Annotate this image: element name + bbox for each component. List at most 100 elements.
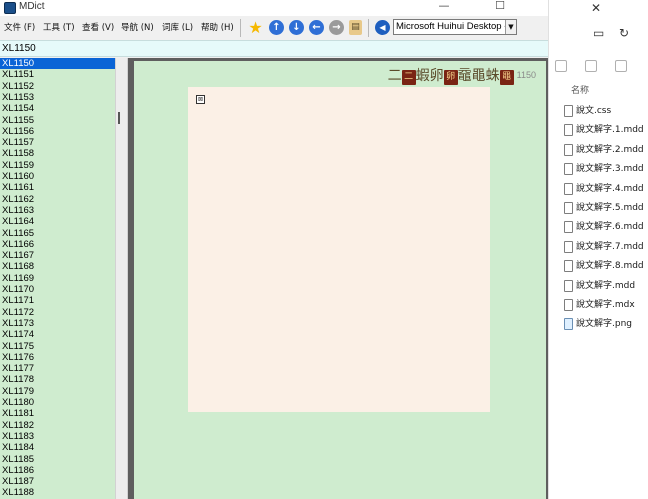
up-arrow-icon[interactable]: ↑: [269, 20, 284, 35]
title-bar: MDict — ☐: [0, 0, 548, 16]
word-list-item[interactable]: XL1167: [0, 250, 115, 261]
refresh-icon[interactable]: ↻: [619, 26, 629, 40]
broken-image-icon: ⊠: [196, 95, 205, 104]
file-name: 說文解字.2.mdd: [576, 144, 644, 155]
word-list-item[interactable]: XL1169: [0, 273, 115, 284]
scrollbar-thumb[interactable]: [118, 112, 120, 124]
file-icon: [564, 182, 573, 195]
file-explorer-panel: ✕ ▭ ↻ 名称 說文.css 說文解字.1.mdd 說文解字.2.mdd 說文解字.…: [548, 0, 648, 499]
word-list-item[interactable]: XL1153: [0, 92, 115, 103]
word-list-item[interactable]: XL1176: [0, 352, 115, 363]
dictionary-select[interactable]: Microsoft Huihui Desktop - C: [393, 19, 517, 35]
speaker-icon[interactable]: ◀: [375, 20, 390, 35]
word-list-item[interactable]: XL1154: [0, 103, 115, 114]
file-name: 說文解字.mdd: [576, 280, 636, 291]
word-list-item[interactable]: XL1178: [0, 374, 115, 385]
word-list-item[interactable]: XL1164: [0, 216, 115, 227]
search-input[interactable]: XL1150: [0, 40, 548, 57]
close-icon[interactable]: ✕: [591, 1, 601, 15]
word-list-item[interactable]: XL1161: [0, 182, 115, 193]
file-icon: [564, 105, 573, 117]
file-name: 說文解字.5.mdd: [576, 203, 644, 213]
window-title: MDict: [19, 1, 45, 12]
down-arrow-icon[interactable]: ↓: [289, 20, 304, 35]
word-list-item[interactable]: XL1172: [0, 307, 115, 318]
word-list-item[interactable]: XL1179: [0, 386, 115, 397]
word-list-item[interactable]: XL1157: [0, 137, 115, 148]
file-icon: [564, 260, 573, 273]
copy-icon[interactable]: [555, 60, 567, 72]
share-icon[interactable]: [615, 60, 627, 72]
menu-help[interactable]: 帮助 (H): [201, 21, 234, 33]
word-list-item[interactable]: XL1175: [0, 341, 115, 352]
menu-bar: 文件 (F) 工具 (T) 查看 (V) 导航 (N) 词库 (L) 帮助 (H…: [0, 16, 240, 38]
file-name: 說文解字.7.mdd: [576, 241, 644, 252]
file-icon: [564, 163, 573, 176]
file-name: 說文解字.1.mdd: [576, 125, 644, 136]
word-list-item[interactable]: XL1166: [0, 239, 115, 250]
word-list-scrollbar[interactable]: [115, 58, 128, 499]
file-name: 說文解字.mdx: [576, 300, 635, 310]
chevron-down-icon[interactable]: ▼: [505, 20, 516, 34]
word-list-item[interactable]: XL1162: [0, 194, 115, 205]
entry-content-pane: 二二蝦卵卵黿黽蛛黽 1150 ⊠: [132, 58, 548, 499]
word-list-item[interactable]: XL1177: [0, 363, 115, 374]
menu-tools[interactable]: 工具 (T): [43, 21, 75, 33]
word-list-item[interactable]: XL1186: [0, 465, 115, 476]
word-list: XL1150 XL1151 XL1152 XL1153 XL1154 XL1155 XL11…: [0, 58, 115, 499]
window-icon[interactable]: ▭: [593, 26, 604, 40]
paste-icon[interactable]: [585, 60, 597, 72]
word-list-item[interactable]: XL1170: [0, 284, 115, 295]
favorite-star-icon[interactable]: ★: [248, 20, 263, 36]
word-list-item[interactable]: XL1151: [0, 69, 115, 80]
file-name: 說文解字.3.mdd: [576, 164, 644, 175]
word-list-item[interactable]: XL1165: [0, 228, 115, 239]
file-icon: [564, 299, 573, 311]
word-list-item[interactable]: XL1163: [0, 205, 115, 216]
file-icon: [564, 202, 573, 214]
word-list-item[interactable]: XL1184: [0, 442, 115, 453]
word-list-item[interactable]: XL1173: [0, 318, 115, 329]
file-icon: [564, 240, 573, 253]
back-arrow-icon[interactable]: ←: [309, 20, 324, 35]
word-list-item[interactable]: XL1156: [0, 126, 115, 137]
file-icon: [564, 318, 573, 331]
name-column-header[interactable]: 名称: [571, 83, 589, 96]
minimize-button[interactable]: —: [432, 0, 456, 14]
word-list-item[interactable]: XL1174: [0, 329, 115, 340]
word-list-item[interactable]: XL1183: [0, 431, 115, 442]
menu-view[interactable]: 查看 (V): [82, 21, 114, 33]
word-list-item[interactable]: XL1185: [0, 454, 115, 465]
menu-navigate[interactable]: 导航 (N): [121, 21, 154, 33]
word-list-item[interactable]: XL1180: [0, 397, 115, 408]
char-glyph-image[interactable]: 卵: [443, 70, 458, 85]
forward-arrow-icon[interactable]: →: [329, 20, 344, 35]
clipboard-icon[interactable]: ▤: [349, 20, 362, 35]
heading-chars: 黿黽蛛: [457, 68, 500, 84]
entry-heading: 二二蝦卵卵黿黽蛛黽 1150: [388, 65, 536, 85]
file-icon: [564, 143, 573, 156]
word-list-item[interactable]: XL1159: [0, 160, 115, 171]
word-list-item[interactable]: XL1160: [0, 171, 115, 182]
word-list-item[interactable]: XL1168: [0, 261, 115, 272]
char-glyph-image[interactable]: 黽: [499, 70, 514, 85]
word-list-item[interactable]: XL1181: [0, 408, 115, 419]
file-name: 說文解字.4.mdd: [576, 183, 644, 194]
word-list-item[interactable]: XL1150: [0, 58, 115, 69]
word-list-item[interactable]: XL1155: [0, 115, 115, 126]
word-list-item[interactable]: XL1171: [0, 295, 115, 306]
toolbar-separator: [368, 19, 369, 37]
word-list-item[interactable]: XL1152: [0, 81, 115, 92]
word-list-item[interactable]: XL1187: [0, 476, 115, 487]
word-list-item[interactable]: XL1158: [0, 148, 115, 159]
maximize-button[interactable]: ☐: [488, 0, 512, 14]
file-name: 說文解字.png: [576, 319, 632, 330]
char-glyph-image[interactable]: 二: [401, 70, 416, 85]
entry-number: 1150: [516, 70, 536, 80]
menu-file[interactable]: 文件 (F): [4, 21, 35, 33]
heading-prefix: 二: [387, 68, 402, 84]
menu-library[interactable]: 词库 (L): [162, 21, 193, 33]
file-icon: [564, 221, 573, 234]
word-list-item[interactable]: XL1182: [0, 420, 115, 431]
word-list-item[interactable]: XL1188: [0, 487, 115, 498]
